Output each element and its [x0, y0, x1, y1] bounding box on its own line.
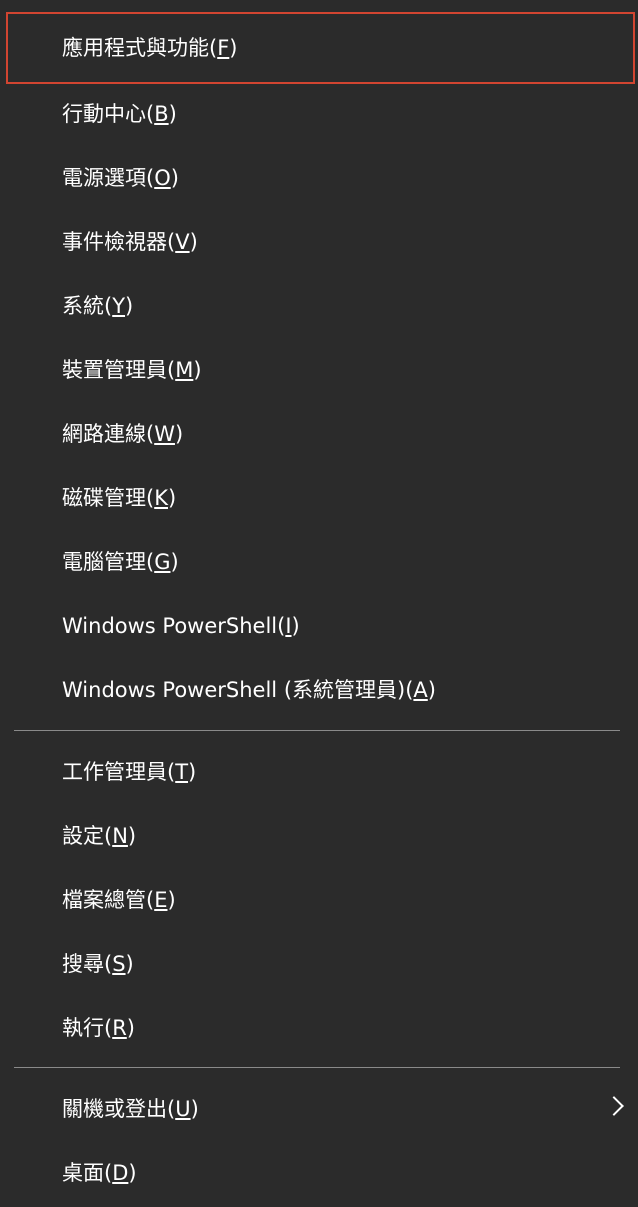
menu-item-disk-management[interactable]: 磁碟管理(K) [6, 466, 635, 530]
menu-item-file-explorer[interactable]: 檔案總管(E) [6, 868, 635, 932]
menu-item-label: 應用程式與功能(F) [62, 36, 238, 60]
power-user-menu: 應用程式與功能(F) 行動中心(B) 電源選項(O) 事件檢視器(V) 系統(Y… [0, 0, 638, 1207]
menu-item-powershell-admin[interactable]: Windows PowerShell (系統管理員)(A) [6, 658, 635, 722]
menu-item-label: 檔案總管(E) [62, 888, 176, 912]
menu-item-label: 桌面(D) [62, 1161, 137, 1185]
menu-item-label: 工作管理員(T) [62, 760, 197, 784]
menu-separator [14, 1067, 620, 1068]
chevron-right-icon [604, 1096, 624, 1116]
menu-item-label: Windows PowerShell(I) [62, 614, 300, 638]
menu-item-label: 設定(N) [62, 824, 137, 848]
menu-item-computer-management[interactable]: 電腦管理(G) [6, 530, 635, 594]
menu-item-task-manager[interactable]: 工作管理員(T) [6, 740, 635, 804]
menu-item-settings[interactable]: 設定(N) [6, 804, 635, 868]
menu-item-label: 系統(Y) [62, 294, 134, 318]
menu-item-label: 網路連線(W) [62, 422, 184, 446]
menu-item-network-connections[interactable]: 網路連線(W) [6, 402, 635, 466]
menu-item-device-manager[interactable]: 裝置管理員(M) [6, 338, 635, 402]
menu-item-event-viewer[interactable]: 事件檢視器(V) [6, 210, 635, 274]
menu-item-action-center[interactable]: 行動中心(B) [6, 82, 635, 146]
menu-item-shut-down-or-sign-out[interactable]: 關機或登出(U) [6, 1077, 635, 1141]
menu-item-power-options[interactable]: 電源選項(O) [6, 146, 635, 210]
menu-item-apps-and-features[interactable]: 應用程式與功能(F) [6, 12, 635, 84]
menu-item-system[interactable]: 系統(Y) [6, 274, 635, 338]
menu-item-label: 關機或登出(U) [62, 1097, 199, 1121]
menu-item-label: 行動中心(B) [62, 102, 177, 126]
menu-item-label: 電源選項(O) [62, 166, 179, 190]
menu-separator [14, 730, 620, 731]
menu-item-label: 搜尋(S) [62, 952, 134, 976]
menu-item-desktop[interactable]: 桌面(D) [6, 1141, 635, 1205]
menu-item-label: 事件檢視器(V) [62, 230, 198, 254]
menu-item-label: Windows PowerShell (系統管理員)(A) [62, 678, 436, 702]
menu-item-label: 執行(R) [62, 1016, 135, 1040]
menu-item-run[interactable]: 執行(R) [6, 996, 635, 1060]
menu-item-powershell[interactable]: Windows PowerShell(I) [6, 594, 635, 658]
menu-item-label: 電腦管理(G) [62, 550, 179, 574]
menu-item-label: 裝置管理員(M) [62, 358, 202, 382]
menu-item-search[interactable]: 搜尋(S) [6, 932, 635, 996]
menu-item-label: 磁碟管理(K) [62, 486, 177, 510]
